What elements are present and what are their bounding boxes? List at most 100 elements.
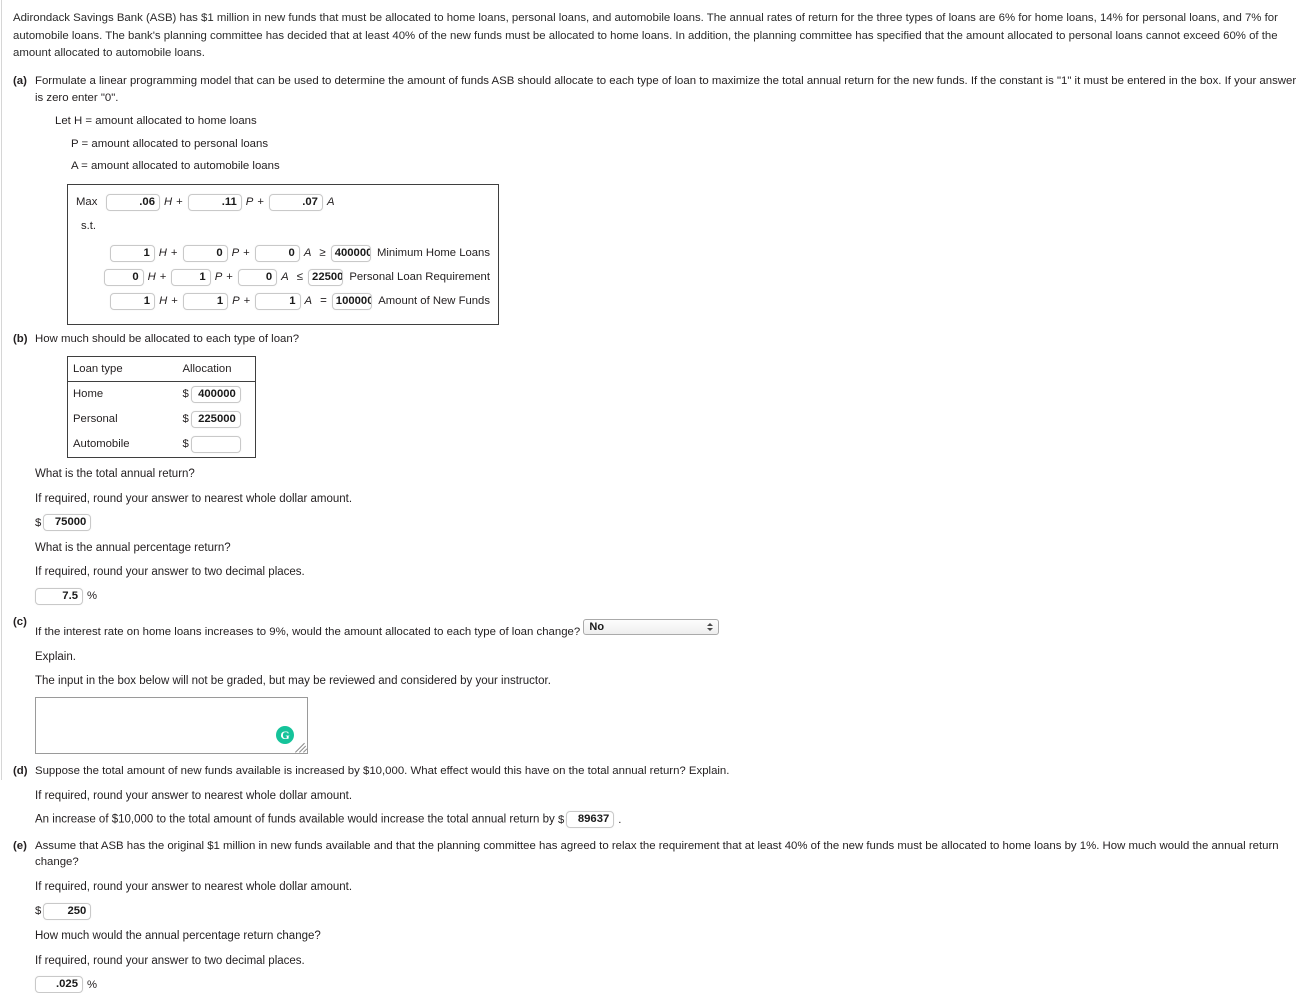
grammarly-icon[interactable]: G: [276, 726, 294, 745]
part-d-input[interactable]: 89637: [566, 811, 615, 829]
constraint-1-p-input[interactable]: 0: [182, 244, 228, 262]
part-d-sentence-before: An increase of $10,000 to the total amou…: [35, 813, 555, 826]
currency-symbol-part-e: $: [35, 905, 42, 918]
definition-p: P = amount allocated to personal loans: [71, 137, 269, 150]
objective-a-coefficient-input[interactable]: .07: [268, 193, 323, 211]
constraint-3-plus-1: +: [171, 295, 178, 308]
constraint-2-a-input[interactable]: 0: [237, 268, 278, 286]
currency-symbol-part-d: $: [557, 813, 565, 826]
part-e-percentage-answer-line: .025%: [35, 976, 1300, 993]
table-row: Automobile $: [68, 432, 256, 458]
constraint-2-plus-2: +: [226, 271, 233, 284]
explanation-textarea-wrapper: G: [35, 697, 308, 755]
loan-type-automobile: Automobile: [73, 438, 130, 451]
objective-h-coefficient-input[interactable]: .06: [106, 193, 160, 211]
percentage-return-question: What is the annual percentage return?: [35, 541, 231, 554]
constraint-1-p-variable: P: [231, 247, 240, 260]
allocation-table-header-row: Loan type Allocation: [67, 356, 256, 383]
part-c-letter: (c): [13, 616, 27, 629]
total-return-answer-line: $75000: [35, 514, 1300, 532]
textarea-resize-handle-icon[interactable]: [295, 741, 307, 753]
constraint-3-h-input[interactable]: 1: [109, 292, 156, 310]
part-e-text: Assume that ASB has the original $1 mill…: [35, 839, 1279, 869]
total-return-rounding-note: If required, round your answer to neares…: [35, 492, 353, 505]
lp-model-box: Max .06 H + .11 P + .07 A s.t. 1 H + 0 P: [67, 183, 499, 325]
header-allocation: Allocation: [177, 356, 256, 383]
definition-a: A = amount allocated to automobile loans: [71, 160, 280, 173]
objective-plus-1: +: [176, 196, 183, 209]
explanation-textarea[interactable]: [35, 697, 308, 755]
constraint-1-a-input[interactable]: 0: [254, 244, 300, 262]
constraint-3-a-input[interactable]: 1: [255, 292, 301, 310]
part-a-text: Formulate a linear programming model tha…: [35, 75, 1297, 104]
part-a: (a) Formulate a linear programming model…: [0, 73, 1300, 325]
constraint-2-relation: ≤: [296, 271, 304, 284]
constraint-row-1: 1 H + 0 P + 0 A ≥ 400000 Minimum Home Lo…: [76, 243, 490, 264]
constraint-1-a-variable: A: [303, 247, 312, 260]
constraint-1-plus-1: +: [170, 247, 178, 260]
currency-symbol-total-return: $: [35, 516, 42, 529]
stepper-arrows-icon: [705, 620, 714, 634]
rate-change-dropdown-value[interactable]: No: [583, 619, 720, 636]
part-e-percentage-question: How much would the annual percentage ret…: [35, 929, 321, 942]
rate-change-dropdown[interactable]: No: [583, 619, 720, 636]
loan-type-home: Home: [73, 388, 104, 401]
part-d-answer-line: An increase of $10,000 to the total amou…: [35, 811, 1300, 829]
constraint-1-rhs-input[interactable]: 400000: [330, 244, 371, 262]
total-return-question: What is the total annual return?: [35, 468, 195, 480]
allocation-cell-home: $400000: [178, 382, 256, 408]
part-e-dollar-rounding-note: If required, round your answer to neares…: [35, 881, 353, 893]
constraint-2-p-variable: P: [214, 271, 223, 284]
part-d-letter: (d): [13, 765, 28, 778]
allocation-cell-personal: $225000: [178, 407, 256, 432]
allocation-input-automobile[interactable]: [190, 436, 241, 453]
part-e: (e) Assume that ASB has the original $1 …: [0, 838, 1300, 993]
constraint-2-h-input[interactable]: 0: [104, 268, 144, 286]
objective-h-variable: H: [164, 196, 173, 209]
constraint-1-plus-2: +: [243, 247, 250, 260]
allocation-input-personal[interactable]: 225000: [190, 411, 241, 428]
part-a-letter: (a): [13, 75, 27, 88]
subject-to-row: s.t.: [76, 216, 490, 237]
constraint-2-p-input[interactable]: 1: [171, 268, 211, 286]
constraint-2-rhs-input[interactable]: 225000: [308, 268, 344, 286]
part-e-percentage-input[interactable]: .025: [35, 976, 83, 993]
part-e-dollar-input[interactable]: 250: [43, 902, 92, 920]
constraint-1-name: Minimum Home Loans: [376, 247, 490, 260]
ungraded-note: The input in the box below will not be g…: [35, 675, 551, 688]
percentage-return-answer-line: 7.5%: [35, 587, 1300, 605]
constraint-3-rhs-input[interactable]: 1000000: [331, 292, 373, 310]
part-e-letter: (e): [13, 839, 27, 852]
part-d-rounding-note: If required, round your answer to neares…: [35, 789, 353, 802]
currency-symbol-home: $: [182, 388, 189, 401]
constraint-3-relation: =: [320, 295, 327, 308]
constraint-3-name: Amount of New Funds: [378, 295, 490, 308]
constraint-3-p-input[interactable]: 1: [182, 292, 229, 310]
table-row: Personal $225000: [68, 407, 256, 432]
constraint-3-plus-2: +: [243, 295, 251, 308]
constraint-2-plus-1: +: [159, 271, 167, 284]
exercise-page: Adirondack Savings Bank (ASB) has $1 mil…: [0, 0, 1300, 993]
part-b-letter: (b): [13, 332, 28, 345]
objective-p-coefficient-input[interactable]: .11: [187, 193, 242, 211]
percent-symbol-b: %: [87, 590, 98, 603]
objective-plus-2: +: [257, 196, 264, 209]
allocation-cell-automobile: $: [178, 432, 256, 458]
part-d-text: Suppose the total amount of new funds av…: [35, 765, 730, 778]
constraint-3-h-variable: H: [159, 295, 168, 308]
currency-symbol-automobile: $: [182, 438, 189, 451]
part-d-sentence-after: .: [618, 813, 622, 826]
max-label: Max: [76, 196, 98, 209]
percentage-return-input[interactable]: 7.5: [35, 587, 83, 605]
allocation-table: Loan type Allocation Home $400000 Person…: [67, 355, 256, 458]
objective-a-variable: A: [326, 196, 335, 209]
table-row: Home $400000: [68, 382, 256, 408]
part-d: (d) Suppose the total amount of new fund…: [0, 763, 1300, 829]
constraint-1-h-input[interactable]: 1: [109, 244, 155, 262]
allocation-input-home[interactable]: 400000: [190, 386, 241, 403]
total-return-input[interactable]: 75000: [43, 514, 92, 532]
explain-label: Explain.: [35, 650, 76, 663]
constraint-row-3: 1 H + 1 P + 1 A = 1000000 Amount of New …: [76, 291, 490, 312]
currency-symbol-personal: $: [182, 413, 189, 426]
problem-statement: Adirondack Savings Bank (ASB) has $1 mil…: [13, 12, 1278, 60]
